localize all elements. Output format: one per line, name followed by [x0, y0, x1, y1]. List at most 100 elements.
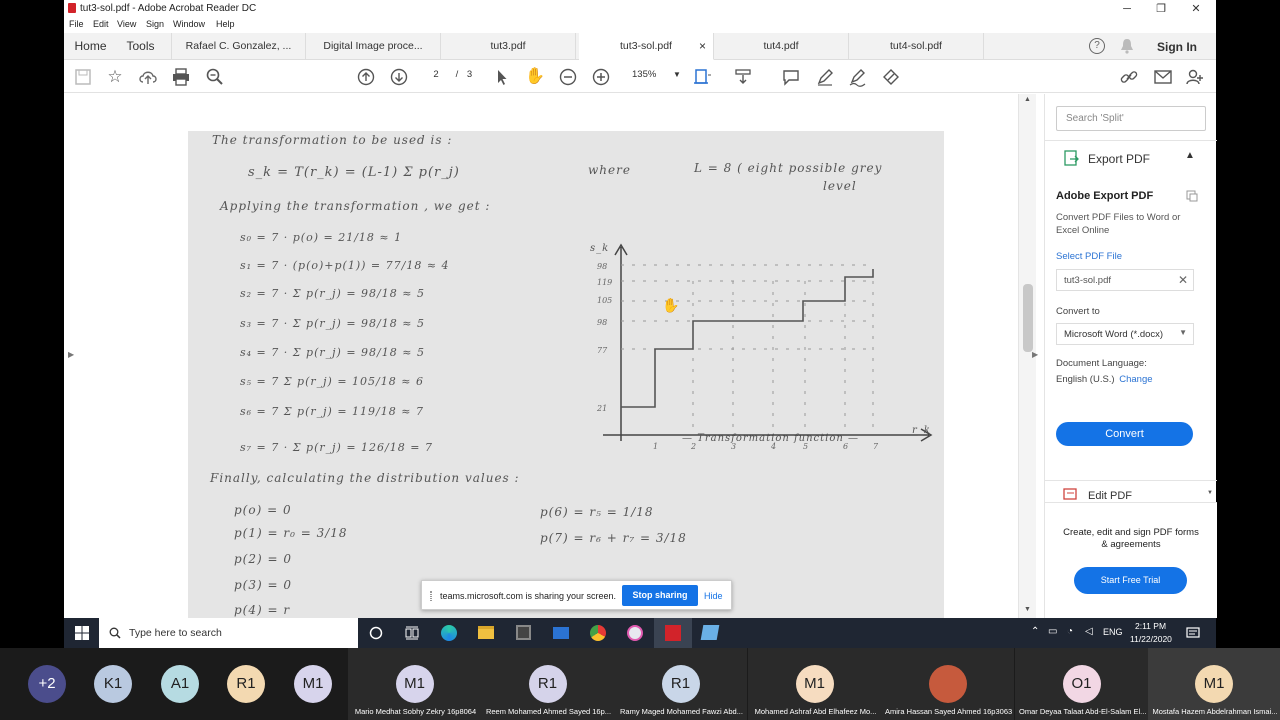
fit-page-icon[interactable]: [692, 67, 712, 87]
star-icon[interactable]: ☆: [105, 67, 125, 87]
chrome-icon[interactable]: [590, 625, 606, 641]
tab-doc-tut4[interactable]: tut4.pdf: [714, 33, 849, 60]
participant-tile[interactable]: M1 Mario Medhat Sobhy Zekry 16p8064: [348, 648, 481, 720]
scroll-thumb[interactable]: [1023, 284, 1033, 352]
mail-icon[interactable]: [553, 627, 569, 639]
scroll-up-icon[interactable]: ▲: [1024, 96, 1031, 103]
itunes-icon[interactable]: [627, 625, 643, 641]
notifications-icon[interactable]: [1186, 626, 1200, 640]
cortana-icon[interactable]: [369, 626, 383, 640]
collapse-right-pane-icon[interactable]: ▶: [1032, 350, 1038, 359]
tab-doc-dip[interactable]: Digital Image proce...: [306, 33, 441, 60]
hand-tool-icon[interactable]: ✋: [525, 67, 545, 87]
tray-chevron-icon[interactable]: ⌃: [1031, 626, 1039, 637]
share-link-icon[interactable]: [1119, 67, 1139, 87]
share-message: teams.microsoft.com is sharing your scre…: [440, 591, 617, 601]
menu-edit[interactable]: Edit: [93, 19, 109, 29]
close-window-button[interactable]: ✕: [1179, 0, 1213, 18]
add-user-icon[interactable]: [1185, 67, 1205, 87]
participant-tile[interactable]: R1 Reem Mohamed Ahmed Sayed 16p...: [481, 648, 614, 720]
format-select[interactable]: Microsoft Word (*.docx) ▼: [1056, 323, 1194, 345]
participant-tile[interactable]: Amira Hassan Sayed Ahmed 16p3063: [881, 648, 1014, 720]
tab-doc-tut3-sol[interactable]: tut3-sol.pdf ×: [579, 33, 714, 60]
participant-tile[interactable]: A1: [161, 648, 199, 720]
save-icon[interactable]: [73, 67, 93, 87]
clock-time[interactable]: 2:11 PM: [1135, 621, 1166, 631]
print-icon[interactable]: [171, 67, 191, 87]
highlight-pen-icon[interactable]: [815, 67, 835, 87]
menu-file[interactable]: File: [69, 19, 84, 29]
next-page-icon[interactable]: [389, 67, 409, 87]
participant-tile[interactable]: M1 Mohamed Ashraf Abd Elhafeez Mo...: [748, 648, 881, 720]
participant-name: Mostafa Hazem Abdelrahman Ismai...: [1152, 707, 1278, 716]
drag-handle-icon[interactable]: [430, 591, 432, 601]
expand-left-pane-icon[interactable]: ▶: [68, 350, 74, 359]
upload-cloud-icon[interactable]: [138, 67, 158, 87]
zoom-dropdown[interactable]: 135% ▼: [632, 69, 681, 80]
participant-tile[interactable]: R1: [227, 648, 265, 720]
clock-date[interactable]: 11/22/2020: [1130, 634, 1172, 644]
tools-search-input[interactable]: Search 'Split': [1056, 106, 1206, 131]
clear-file-icon[interactable]: ✕: [1178, 273, 1188, 287]
info-icon[interactable]: [1186, 190, 1198, 202]
comment-icon[interactable]: [781, 67, 801, 87]
tab-tools[interactable]: Tools: [120, 33, 161, 60]
stop-sharing-button[interactable]: Stop sharing: [622, 585, 698, 606]
page-number-input[interactable]: 2: [427, 69, 445, 83]
doc-line: s₀ = 7 · p(o) = 21/18 ≈ 1: [240, 231, 403, 244]
tab-doc-gonzalez[interactable]: Rafael C. Gonzalez, ...: [171, 33, 306, 60]
file-explorer-icon[interactable]: [478, 626, 494, 639]
participant-tile[interactable]: M1 Mostafa Hazem Abdelrahman Ismai...: [1148, 648, 1280, 720]
tab-home[interactable]: Home: [68, 33, 113, 60]
participant-tile[interactable]: K1: [94, 648, 132, 720]
scroll-down-icon[interactable]: ▼: [1024, 606, 1031, 613]
draw-sign-icon[interactable]: [848, 67, 868, 87]
input-language[interactable]: ENG: [1103, 627, 1123, 637]
prev-page-icon[interactable]: [356, 67, 376, 87]
task-view-icon[interactable]: [405, 626, 419, 640]
menu-window[interactable]: Window: [173, 19, 205, 29]
volume-icon[interactable]: ◁: [1085, 626, 1093, 637]
scroll-mode-icon[interactable]: [733, 67, 753, 87]
menu-view[interactable]: View: [117, 19, 136, 29]
tab-doc-tut4-sol[interactable]: tut4-sol.pdf: [849, 33, 984, 60]
start-free-trial-button[interactable]: Start Free Trial: [1074, 567, 1187, 594]
acrobat-taskbar-button[interactable]: [654, 618, 692, 648]
participant-tile[interactable]: M1: [294, 648, 332, 720]
change-language-link[interactable]: Change: [1119, 374, 1152, 385]
export-pdf-title[interactable]: Export PDF: [1088, 152, 1150, 166]
document-viewer[interactable]: ▶ The transformation to be used is : s_k…: [64, 94, 1018, 618]
left-border: [0, 0, 64, 618]
convert-button[interactable]: Convert: [1056, 422, 1193, 446]
tab-doc-tut3[interactable]: tut3.pdf: [441, 33, 576, 60]
menu-sign[interactable]: Sign: [146, 19, 164, 29]
fill-sign-icon[interactable]: [881, 67, 901, 87]
taskbar-search-box[interactable]: Type here to search: [99, 618, 358, 648]
tab-close-icon[interactable]: ×: [699, 33, 706, 59]
zoom-in-icon[interactable]: [591, 67, 611, 87]
windows-start-icon[interactable]: [75, 626, 89, 640]
participant-tile[interactable]: R1 Ramy Maged Mohamed Fawzi Abd...: [614, 648, 747, 720]
sign-in-link[interactable]: Sign In: [1157, 40, 1197, 54]
minimize-button[interactable]: ─: [1110, 0, 1144, 18]
hide-button[interactable]: Hide: [704, 591, 723, 601]
participant-tile[interactable]: O1 Omar Deyaa Talaat Abd-El-Salam El...: [1015, 648, 1148, 720]
email-icon[interactable]: [1153, 67, 1173, 87]
battery-icon[interactable]: ▭: [1048, 626, 1057, 637]
edit-pdf-label[interactable]: Edit PDF: [1088, 490, 1132, 502]
zoom-out-icon[interactable]: [558, 67, 578, 87]
menu-help[interactable]: Help: [216, 19, 235, 29]
select-cursor-icon[interactable]: [492, 67, 512, 87]
chevron-up-icon[interactable]: ▲: [1185, 150, 1195, 161]
bell-icon[interactable]: [1120, 38, 1134, 54]
store-icon[interactable]: [516, 625, 531, 640]
teams-share-icon[interactable]: [700, 625, 720, 640]
network-icon[interactable]: ◔: [1067, 626, 1073, 637]
zoom-search-icon[interactable]: [205, 67, 225, 87]
maximize-button[interactable]: ❐: [1144, 0, 1178, 18]
participant-tile[interactable]: +2: [28, 648, 66, 720]
pane-scroll-down-icon[interactable]: ▼: [1207, 490, 1213, 496]
edge-browser-icon[interactable]: [441, 625, 457, 641]
help-icon[interactable]: ?: [1089, 38, 1105, 54]
selected-file-field[interactable]: tut3-sol.pdf ✕: [1056, 269, 1194, 291]
